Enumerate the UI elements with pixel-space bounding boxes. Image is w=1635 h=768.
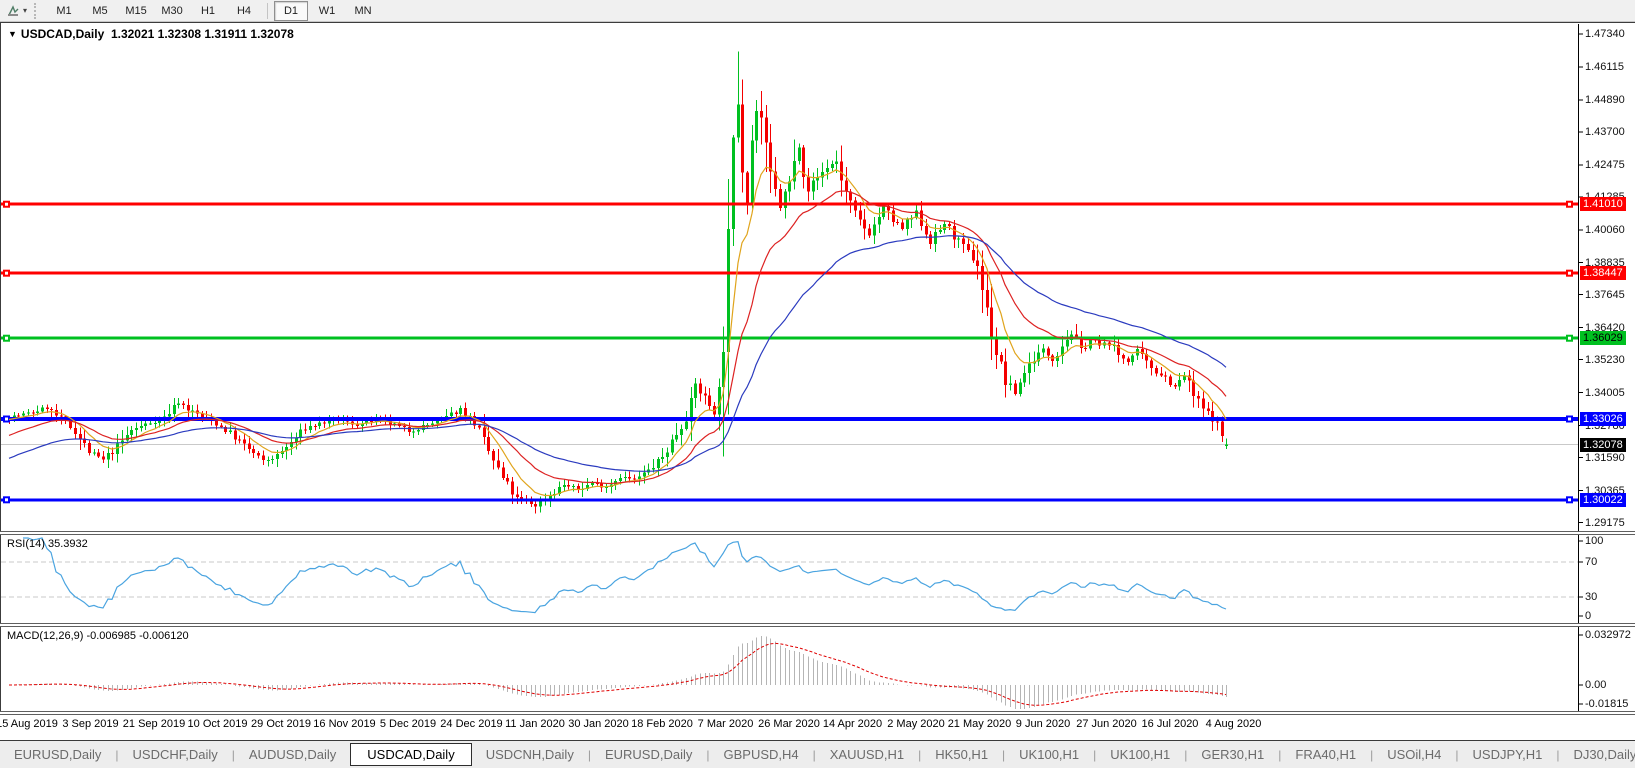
tab-usdjpy-h1[interactable]: USDJPY,H1	[1459, 744, 1557, 765]
rsi-tick-label: 0	[1585, 610, 1592, 622]
tab-uk100-h1[interactable]: UK100,H1	[1005, 744, 1093, 765]
chart-tab-bar: EURUSD,Daily | USDCHF,Daily | AUDUSD,Daily US…	[0, 740, 1635, 768]
tab-fra40-h1[interactable]: FRA40,H1	[1281, 744, 1370, 765]
moving-average-8	[8, 166, 1227, 497]
macd-plot	[9, 627, 1583, 711]
price-tick-label: 1.46115	[1585, 60, 1624, 73]
rsi-line	[23, 537, 1227, 614]
price-tick-label: 1.29175	[1585, 516, 1625, 529]
price-line-badge: 1.38447	[1580, 266, 1626, 281]
macd-panel[interactable]: MACD(12,26,9) -0.006985 -0.006120 0.0329…	[0, 627, 1635, 711]
tab-uk100-h1[interactable]: UK100,H1	[1096, 744, 1184, 765]
timeframe-button-mn[interactable]: MN	[346, 1, 380, 21]
trading-terminal-window: ▾ M1 M5 M15 M30 H1 H4 D1 W1 MN ▼ USDCAD,Daily 1.3…	[0, 0, 1635, 768]
chart-ohlc-values: 1.32021 1.32308 1.31911 1.32078	[110, 27, 294, 41]
macd-tick-label: 0.032972	[1585, 629, 1631, 641]
timeframe-button-m5[interactable]: M5	[83, 1, 117, 21]
rsi-tick-label: 70	[1585, 556, 1598, 568]
toolbar-grip[interactable]	[34, 2, 40, 19]
rsi-tick-label: 100	[1585, 535, 1604, 547]
tab-eurusd-daily[interactable]: EURUSD,Daily	[0, 744, 115, 765]
price-line-badge: 1.33026	[1580, 412, 1626, 426]
collapse-triangle-icon[interactable]: ▼	[8, 29, 17, 39]
macd-tick-label: -0.01815	[1585, 698, 1629, 710]
tab-gbpusd-h4[interactable]: GBPUSD,H4	[709, 744, 812, 765]
rsi-panel[interactable]: RSI(14) 35.3932 100 70 30 0	[0, 535, 1635, 623]
tab-usoil-h4[interactable]: USOil,H4	[1373, 744, 1455, 765]
chevron-down-icon[interactable]: ▾	[23, 6, 27, 15]
date-axis: 15 Aug 2019 3 Sep 2019 21 Sep 2019 10 Oct 2…	[0, 715, 1635, 737]
price-tick-label: 1.42475	[1585, 158, 1625, 171]
timeframe-button-w1[interactable]: W1	[310, 1, 344, 21]
tab-audusd-daily[interactable]: AUDUSD,Daily	[235, 744, 350, 765]
tab-xauusd-h1[interactable]: XAUUSD,H1	[816, 744, 918, 765]
timeframe-button-h1[interactable]: H1	[191, 1, 225, 21]
price-tick-label: 1.43700	[1585, 125, 1625, 138]
price-tick-label: 1.35230	[1585, 353, 1625, 366]
macd-tick-label: 0.00	[1585, 679, 1607, 691]
tab-dj30-daily[interactable]: DJ30,Daily	[1560, 744, 1635, 765]
macd-label: MACD(12,26,9) -0.006985 -0.006120	[7, 630, 189, 642]
tab-ger30-h1[interactable]: GER30,H1	[1187, 744, 1278, 765]
tab-hk50-h1[interactable]: HK50,H1	[921, 744, 1002, 765]
chart-symbol-label: USDCAD,Daily	[20, 27, 105, 41]
timeframe-button-m1[interactable]: M1	[47, 1, 81, 21]
price-tick-label: 1.34005	[1585, 386, 1625, 399]
macd-histogram	[14, 635, 1227, 709]
current-price-badge: 1.32078	[1580, 437, 1626, 452]
timeframe-toolbar: ▾ M1 M5 M15 M30 H1 H4 D1 W1 MN	[0, 0, 1635, 22]
tab-usdcnh-daily[interactable]: USDCNH,Daily	[472, 744, 588, 765]
chart-title: ▼ USDCAD,Daily 1.32021 1.32308 1.31911 1.…	[8, 27, 294, 41]
chart-cursor-icon[interactable]	[4, 3, 22, 19]
price-line-badge: 1.30022	[1580, 492, 1626, 507]
main-chart-panel[interactable]: ▼ USDCAD,Daily 1.32021 1.32308 1.31911 1.…	[0, 22, 1635, 532]
timeframe-button-m15[interactable]: M15	[119, 1, 153, 21]
rsi-plot	[1, 535, 1583, 623]
tab-usdchf-daily[interactable]: USDCHF,Daily	[119, 744, 232, 765]
price-tick-label: 1.40060	[1585, 223, 1625, 236]
timeframe-buttons: M1 M5 M15 M30 H1 H4 D1 W1 MN	[46, 0, 381, 21]
toolbar-separator	[267, 2, 269, 19]
timeframe-button-d1[interactable]: D1	[274, 0, 309, 21]
price-tick-label: 1.44890	[1585, 93, 1625, 106]
price-line-badge: 1.36029	[1580, 331, 1626, 346]
price-line-badge: 1.41010	[1580, 197, 1626, 212]
price-tick-label: 1.31590	[1585, 451, 1625, 464]
tab-usdcad-daily[interactable]: USDCAD,Daily	[350, 743, 472, 766]
rsi-tick-label: 30	[1585, 591, 1598, 603]
timeframe-button-h4[interactable]: H4	[227, 1, 261, 21]
price-tick-label: 1.47340	[1585, 27, 1625, 40]
rsi-label: RSI(14) 35.3932	[7, 538, 88, 550]
price-tick-label: 1.37645	[1585, 288, 1625, 301]
date-label: 4 Aug 2020	[1205, 718, 1262, 730]
timeframe-button-m30[interactable]: M30	[155, 1, 189, 21]
tab-eurusd-daily[interactable]: EURUSD,Daily	[591, 744, 706, 765]
candlestick-chart[interactable]	[1, 24, 1635, 532]
